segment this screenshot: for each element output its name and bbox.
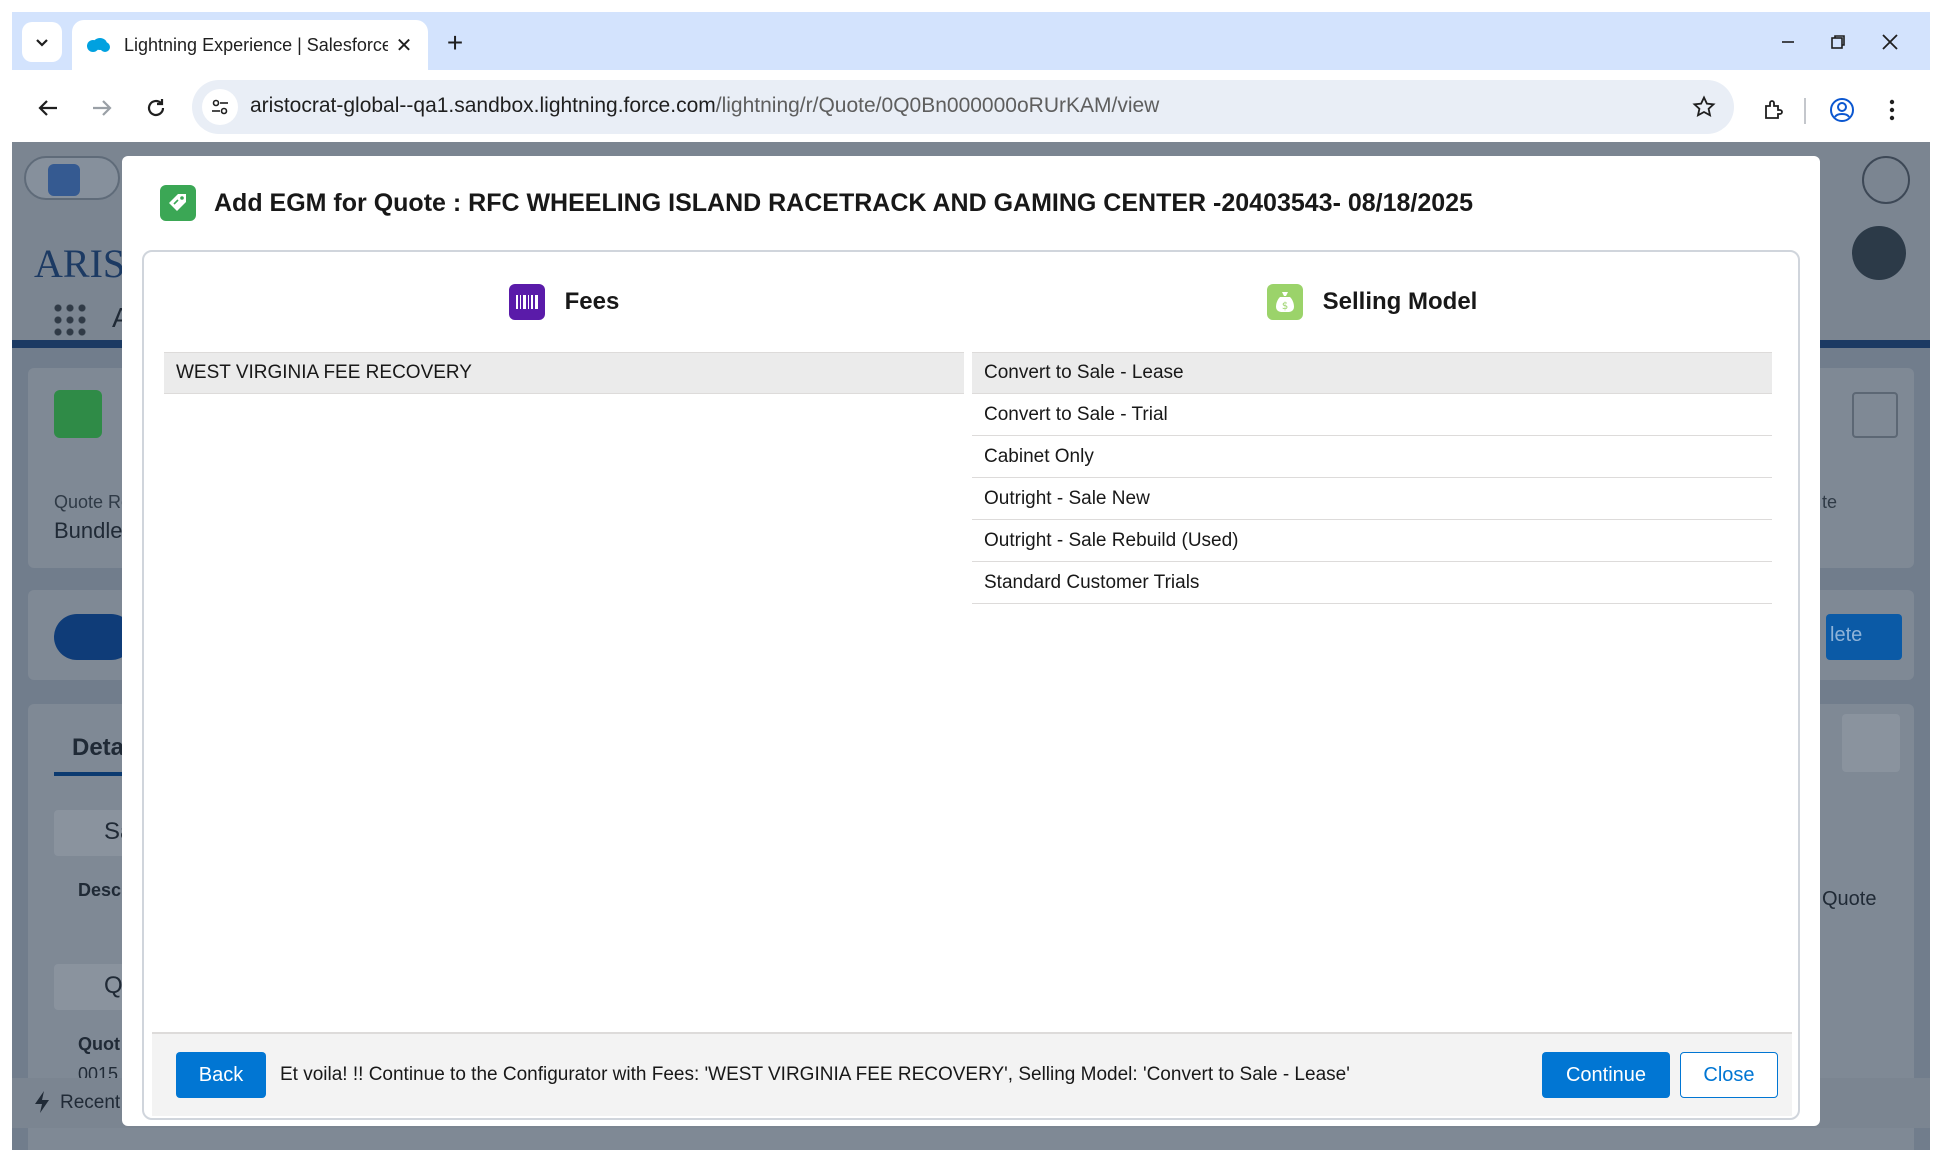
bg-quote-label: Quot: [78, 1034, 120, 1054]
tab-title: Lightning Experience | Salesforce: [124, 34, 388, 55]
back-button[interactable]: Back: [176, 1052, 266, 1098]
selling-model-item-label: Outright - Sale Rebuild (Used): [984, 529, 1239, 551]
fee-item[interactable]: WEST VIRGINIA FEE RECOVERY: [164, 352, 964, 394]
bg-quote-icon: [54, 390, 102, 438]
bookmark-star-icon[interactable]: [1690, 93, 1718, 121]
bg-setup-icon: [1862, 156, 1910, 204]
money-bag-icon: $: [1266, 284, 1303, 320]
site-info-button[interactable]: [202, 89, 238, 125]
selling-model-item[interactable]: Outright - Sale Rebuild (Used): [972, 520, 1772, 562]
selling-model-item-label: Cabinet Only: [984, 445, 1094, 467]
bg-right-label: te: [1822, 492, 1838, 512]
bg-section2-text: Q: [104, 972, 123, 999]
fee-item-label: WEST VIRGINIA FEE RECOVERY: [176, 362, 472, 383]
selling-model-item[interactable]: Cabinet Only: [972, 436, 1772, 478]
bg-refresh-button: [1842, 714, 1900, 772]
url-path: /lightning/r/Quote/0Q0Bn000000oRUrKAM/vi…: [715, 94, 1160, 117]
bg-agentforce-icon: [48, 164, 80, 196]
forward-nav-button[interactable]: [82, 88, 122, 128]
chevron-down-icon: [36, 39, 48, 47]
modal-header: Add EGM for Quote : RFC WHEELING ISLAND …: [122, 156, 1820, 250]
fees-header: Fees: [164, 252, 964, 352]
bg-field-label: Quote Re: [54, 492, 132, 512]
bg-field-value: Bundle: [54, 518, 123, 543]
salesforce-cloud-icon: [87, 38, 110, 52]
selection-summary-message: Et voila! !! Continue to the Configurato…: [280, 1064, 1350, 1085]
selling-model-item[interactable]: Standard Customer Trials: [972, 562, 1772, 604]
url-text: aristocrat-global--qa1.sandbox.lightning…: [250, 94, 1159, 118]
address-bar[interactable]: aristocrat-global--qa1.sandbox.lightning…: [192, 80, 1734, 134]
minimize-button[interactable]: [1768, 26, 1808, 58]
back-nav-button[interactable]: [28, 88, 68, 128]
minimize-icon: [1782, 41, 1794, 43]
extensions-icon[interactable]: [1756, 92, 1792, 128]
quote-icon: [160, 185, 196, 221]
restore-button[interactable]: [1818, 26, 1858, 58]
bg-recent-label: Recent: [60, 1092, 121, 1113]
arrow-left-icon: [38, 100, 57, 116]
new-tab-button[interactable]: +: [438, 26, 472, 60]
selling-model-column: $ Selling Model Convert to Sale - Lease …: [972, 252, 1772, 604]
fees-heading: Fees: [564, 288, 620, 315]
selling-model-heading: Selling Model: [1322, 288, 1478, 315]
menu-kebab-icon[interactable]: [1874, 92, 1910, 128]
tab-strip: Lightning Experience | Salesforce ✕ +: [12, 12, 1930, 70]
browser-tab-active[interactable]: Lightning Experience | Salesforce ✕: [72, 20, 428, 70]
tab-close-icon[interactable]: ✕: [392, 33, 416, 57]
selling-model-item-label: Convert to Sale - Trial: [984, 403, 1168, 425]
bolt-icon: [35, 1091, 49, 1113]
bg-right-quote: Quote: [1822, 888, 1877, 910]
selling-model-item-label: Standard Customer Trials: [984, 571, 1200, 593]
selling-model-item-label: Convert to Sale - Lease: [984, 362, 1184, 383]
selling-model-header: $ Selling Model: [972, 252, 1772, 352]
continue-button[interactable]: Continue: [1542, 1052, 1670, 1098]
selling-model-item[interactable]: Outright - Sale New: [972, 478, 1772, 520]
close-icon: [1882, 34, 1898, 50]
bg-delete-text: lete: [1830, 624, 1863, 646]
tune-icon: [212, 99, 228, 115]
selling-model-item-label: Outright - Sale New: [984, 487, 1150, 509]
bg-app-launcher-icon: [52, 302, 86, 336]
bg-dropdown: [1852, 392, 1898, 438]
bg-avatar: [1852, 226, 1906, 280]
fees-column: Fees WEST VIRGINIA FEE RECOVERY: [164, 252, 964, 394]
arrow-right-icon: [93, 100, 112, 116]
modal-title: Add EGM for Quote : RFC WHEELING ISLAND …: [214, 188, 1473, 217]
barcode-icon: [508, 284, 545, 320]
url-host: aristocrat-global--qa1.sandbox.lightning…: [250, 94, 716, 117]
close-window-button[interactable]: [1870, 26, 1910, 58]
modal-footer: Back Et voila! !! Continue to the Config…: [152, 1032, 1792, 1116]
modal-body: Fees WEST VIRGINIA FEE RECOVERY $ Sellin…: [142, 250, 1800, 1120]
bg-descr-label: Descr: [78, 880, 129, 900]
reload-button[interactable]: [136, 88, 176, 128]
svg-text:$: $: [1281, 301, 1287, 312]
profile-icon[interactable]: [1824, 92, 1860, 128]
selling-model-item[interactable]: Convert to Sale - Lease: [972, 352, 1772, 394]
restore-icon: [1831, 35, 1845, 49]
selling-model-item[interactable]: Convert to Sale - Trial: [972, 394, 1772, 436]
reload-icon: [147, 99, 165, 117]
add-egm-modal: Add EGM for Quote : RFC WHEELING ISLAND …: [122, 156, 1820, 1126]
tab-search-button[interactable]: [22, 22, 62, 62]
toolbar-divider: [1804, 98, 1806, 124]
bg-details-tab: Deta: [72, 734, 125, 761]
bg-delete-button: lete: [1826, 614, 1902, 660]
close-button[interactable]: Close: [1680, 1052, 1778, 1098]
